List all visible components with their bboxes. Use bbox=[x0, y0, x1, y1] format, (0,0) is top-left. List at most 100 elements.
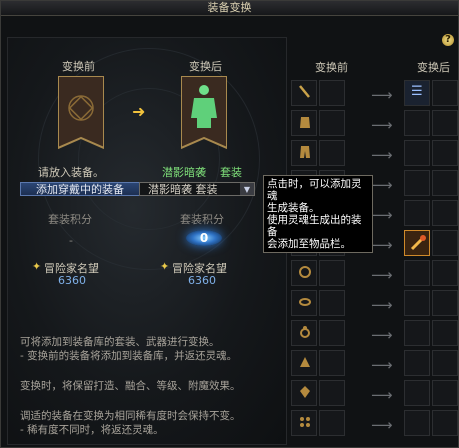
after-slot-2[interactable] bbox=[432, 350, 458, 376]
slot-row-sub-equip: ⟶ bbox=[289, 350, 459, 380]
after-slot-2[interactable] bbox=[432, 260, 458, 286]
arrow-right-icon: ⟶ bbox=[371, 146, 393, 164]
after-slot[interactable] bbox=[404, 230, 430, 256]
before-slot[interactable] bbox=[291, 260, 317, 286]
add-worn-equipment-dropdown[interactable]: 添加穿戴中的装备 bbox=[20, 182, 140, 196]
set-score-label-before: 套装积分 bbox=[48, 213, 92, 226]
earring-icon bbox=[300, 417, 310, 427]
after-slot-2[interactable] bbox=[432, 170, 458, 196]
after-slot[interactable] bbox=[404, 290, 430, 316]
before-slot-2[interactable] bbox=[319, 80, 345, 106]
after-slot-2[interactable] bbox=[432, 110, 458, 136]
slot-row-magic-stone: ⟶ bbox=[289, 380, 459, 410]
info-line: 调适的装备在变换为相同稀有度时会保持不变。 bbox=[20, 410, 241, 422]
before-slot-2[interactable] bbox=[319, 110, 345, 136]
slot-row-earring: ⟶ bbox=[289, 410, 459, 440]
set-score-before: - bbox=[69, 234, 73, 247]
ring-icon bbox=[300, 326, 310, 338]
after-slot[interactable] bbox=[404, 140, 430, 166]
after-slot[interactable] bbox=[404, 320, 430, 346]
before-slot-2[interactable] bbox=[319, 140, 345, 166]
after-slot[interactable] bbox=[404, 260, 430, 286]
slot-row-ring: ⟶ bbox=[289, 320, 459, 350]
after-slot[interactable] bbox=[404, 350, 430, 376]
arrow-right-icon: ⟶ bbox=[371, 416, 393, 434]
top-icon bbox=[300, 117, 310, 128]
arrow-right-icon: ⟶ bbox=[371, 176, 393, 194]
set-score-label-after: 套装积分 bbox=[180, 213, 224, 226]
magic-stone-icon bbox=[300, 386, 310, 398]
sub-equip-icon bbox=[300, 357, 310, 367]
equipped-item-icon bbox=[410, 235, 426, 251]
before-slot[interactable] bbox=[291, 80, 317, 106]
arrow-right-icon: ⟶ bbox=[371, 326, 393, 344]
window-title: 装备变换 bbox=[1, 1, 458, 16]
before-slot[interactable] bbox=[291, 410, 317, 436]
weapon-icon bbox=[299, 85, 310, 98]
before-slot-2[interactable] bbox=[319, 350, 345, 376]
before-slot-2[interactable] bbox=[319, 380, 345, 406]
info-line: 变换时，将保留打造、融合、等级、附魔效果。 bbox=[20, 380, 241, 392]
bracelet-icon bbox=[299, 298, 311, 306]
slot-row-weapon: ⟶ ☰ bbox=[289, 80, 459, 110]
arrow-right-icon: ⟶ bbox=[371, 356, 393, 374]
info-line: 可将添加到装备库的套装、武器进行变换。 bbox=[20, 336, 220, 348]
arrow-right-icon: ⟶ bbox=[371, 296, 393, 314]
reputation-value-before: 6360 bbox=[58, 274, 86, 287]
after-slot-2[interactable] bbox=[432, 290, 458, 316]
transform-arrow-icon: ➜ bbox=[132, 102, 146, 121]
set-score-after: 0 bbox=[186, 230, 222, 246]
after-slot[interactable] bbox=[404, 410, 430, 436]
before-slot[interactable] bbox=[291, 380, 317, 406]
after-slot[interactable] bbox=[404, 170, 430, 196]
after-slot[interactable] bbox=[404, 380, 430, 406]
equipment-transform-window: 装备变换 ? 变换前 变换后 ➜ 请放入装备。 潜影暗袭 套装 添加穿戴中的装备… bbox=[0, 0, 459, 448]
info-line: - 变换前的装备将添加到装备库，并返还灵魂。 bbox=[20, 350, 238, 362]
after-slot-2[interactable] bbox=[432, 320, 458, 346]
after-slot[interactable] bbox=[404, 110, 430, 136]
arrow-right-icon: ⟶ bbox=[371, 386, 393, 404]
list-before-label: 变换前 bbox=[315, 61, 348, 74]
list-equip-icon: ☰ bbox=[411, 84, 423, 99]
reputation-icon-after: ✦ bbox=[160, 260, 170, 273]
chevron-down-icon[interactable]: ▼ bbox=[240, 183, 254, 195]
after-slot-2[interactable] bbox=[432, 200, 458, 226]
necklace-icon bbox=[299, 266, 311, 278]
before-label: 变换前 bbox=[62, 60, 95, 73]
after-slot-2[interactable] bbox=[432, 80, 458, 106]
reputation-icon-before: ✦ bbox=[32, 260, 42, 273]
before-slot[interactable] bbox=[291, 350, 317, 376]
set-select-dropdown[interactable]: 潜影暗袭 套装 ▼ bbox=[139, 182, 255, 196]
after-slot-2[interactable] bbox=[432, 140, 458, 166]
arrow-right-icon: ⟶ bbox=[371, 86, 393, 104]
after-slot[interactable]: ☰ bbox=[404, 80, 430, 106]
tooltip-line: 会添加至物品栏。 bbox=[267, 238, 351, 250]
tooltip-line: 生成装备。 bbox=[267, 202, 320, 214]
before-slot-2[interactable] bbox=[319, 410, 345, 436]
before-slot-2[interactable] bbox=[319, 320, 345, 346]
after-slot-2[interactable] bbox=[432, 410, 458, 436]
after-slot[interactable] bbox=[404, 200, 430, 226]
result-set-type: 套装 bbox=[220, 166, 242, 179]
arrow-right-icon: ⟶ bbox=[371, 116, 393, 134]
before-slot-2[interactable] bbox=[319, 290, 345, 316]
info-line: - 稀有度不同时，将返还灵魂。 bbox=[20, 424, 164, 436]
before-equipment-slot[interactable] bbox=[58, 76, 104, 156]
soul-tooltip: 点击时，可以添加灵魂 生成装备。 使用灵魂生成出的装备 会添加至物品栏。 bbox=[263, 175, 373, 253]
before-slot-2[interactable] bbox=[319, 260, 345, 286]
slot-row-pants: ⟶ bbox=[289, 140, 459, 170]
before-slot[interactable] bbox=[291, 290, 317, 316]
after-slot-2[interactable] bbox=[432, 380, 458, 406]
reputation-value-after: 6360 bbox=[188, 274, 216, 287]
after-slot-2[interactable] bbox=[432, 230, 458, 256]
result-set-name: 潜影暗袭 bbox=[162, 166, 206, 179]
before-slot[interactable] bbox=[291, 110, 317, 136]
before-slot[interactable] bbox=[291, 320, 317, 346]
arrow-right-icon: ⟶ bbox=[371, 206, 393, 224]
tooltip-line: 使用灵魂生成出的装备 bbox=[267, 214, 362, 238]
pants-icon bbox=[300, 146, 310, 158]
transform-panel: 变换前 变换后 ➜ 请放入装备。 潜影暗袭 套装 添加穿戴中的装备 潜影暗袭 套… bbox=[7, 37, 287, 445]
before-slot[interactable] bbox=[291, 140, 317, 166]
after-equipment-slot[interactable] bbox=[181, 76, 227, 156]
list-after-label: 变换后 bbox=[417, 61, 450, 74]
